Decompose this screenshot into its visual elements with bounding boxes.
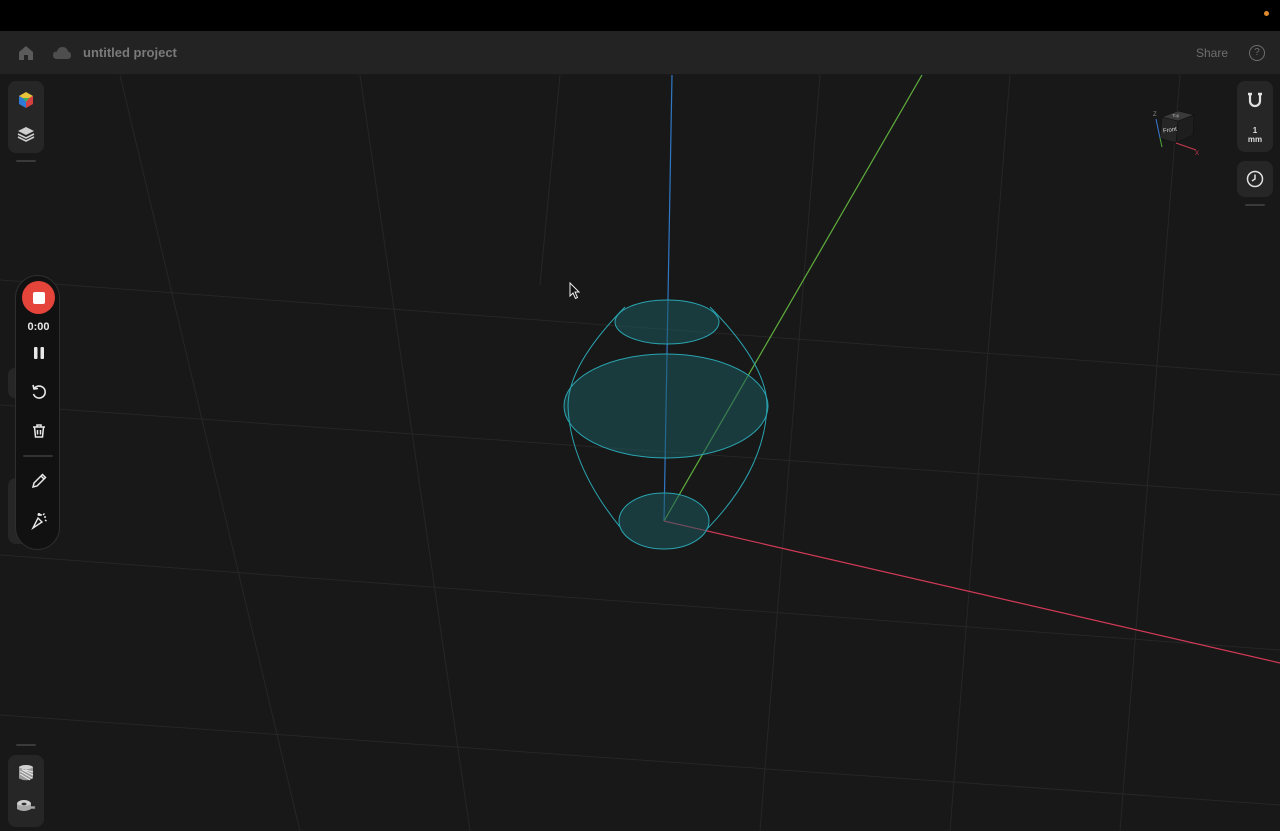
view-cube-z-label: Z <box>1153 112 1157 118</box>
top-bar: untitled project Share ? <box>0 31 1280 75</box>
record-timer: 0:00 <box>27 321 50 333</box>
top-ring <box>614 299 720 345</box>
3d-viewport[interactable]: 0:00 Z X Top Front 1 mm <box>0 75 1280 831</box>
bottom-left-toolbar <box>8 755 44 827</box>
texture-icon[interactable] <box>13 760 39 786</box>
view-cube-top-label: Top <box>1172 113 1180 118</box>
shapes-icon[interactable] <box>13 87 39 113</box>
history-panel <box>1237 161 1273 197</box>
share-button[interactable]: Share <box>1196 44 1228 62</box>
top-left-toolbar <box>8 81 44 153</box>
status-dot <box>1264 11 1269 16</box>
layers-icon[interactable] <box>13 121 39 147</box>
pen-icon[interactable] <box>26 468 52 494</box>
tape-icon[interactable] <box>13 793 39 819</box>
undo-icon[interactable] <box>26 379 52 405</box>
view-cube-x-label: X <box>1195 151 1199 155</box>
toolbar-divider <box>16 160 36 162</box>
grid-value: 1 <box>1252 126 1258 135</box>
stop-icon <box>32 291 45 304</box>
mouse-cursor <box>569 281 581 305</box>
trash-icon[interactable] <box>26 418 52 444</box>
right-toolbar: 1 mm <box>1237 81 1273 152</box>
recorder-divider <box>23 455 53 457</box>
grid-unit: mm <box>1247 135 1263 144</box>
magic-icon[interactable] <box>26 508 52 534</box>
home-icon[interactable] <box>16 43 36 63</box>
scene-canvas <box>0 75 1280 831</box>
bottom-ring <box>618 492 710 550</box>
stop-record-button[interactable] <box>22 281 55 314</box>
view-cube[interactable]: Z X Top Front <box>1148 103 1200 157</box>
help-button[interactable]: ? <box>1249 45 1265 61</box>
clock-icon[interactable] <box>1242 166 1268 192</box>
right-divider <box>1245 204 1265 206</box>
bottom-divider <box>16 744 36 746</box>
cloud-icon <box>52 44 72 62</box>
x-axis <box>663 520 1280 664</box>
project-title[interactable]: untitled project <box>83 44 177 62</box>
magnet-icon[interactable] <box>1242 87 1268 113</box>
pause-icon[interactable] <box>26 340 52 366</box>
system-bar <box>0 0 1280 31</box>
recorder-panel: 0:00 <box>15 275 60 550</box>
middle-ring <box>563 353 769 459</box>
